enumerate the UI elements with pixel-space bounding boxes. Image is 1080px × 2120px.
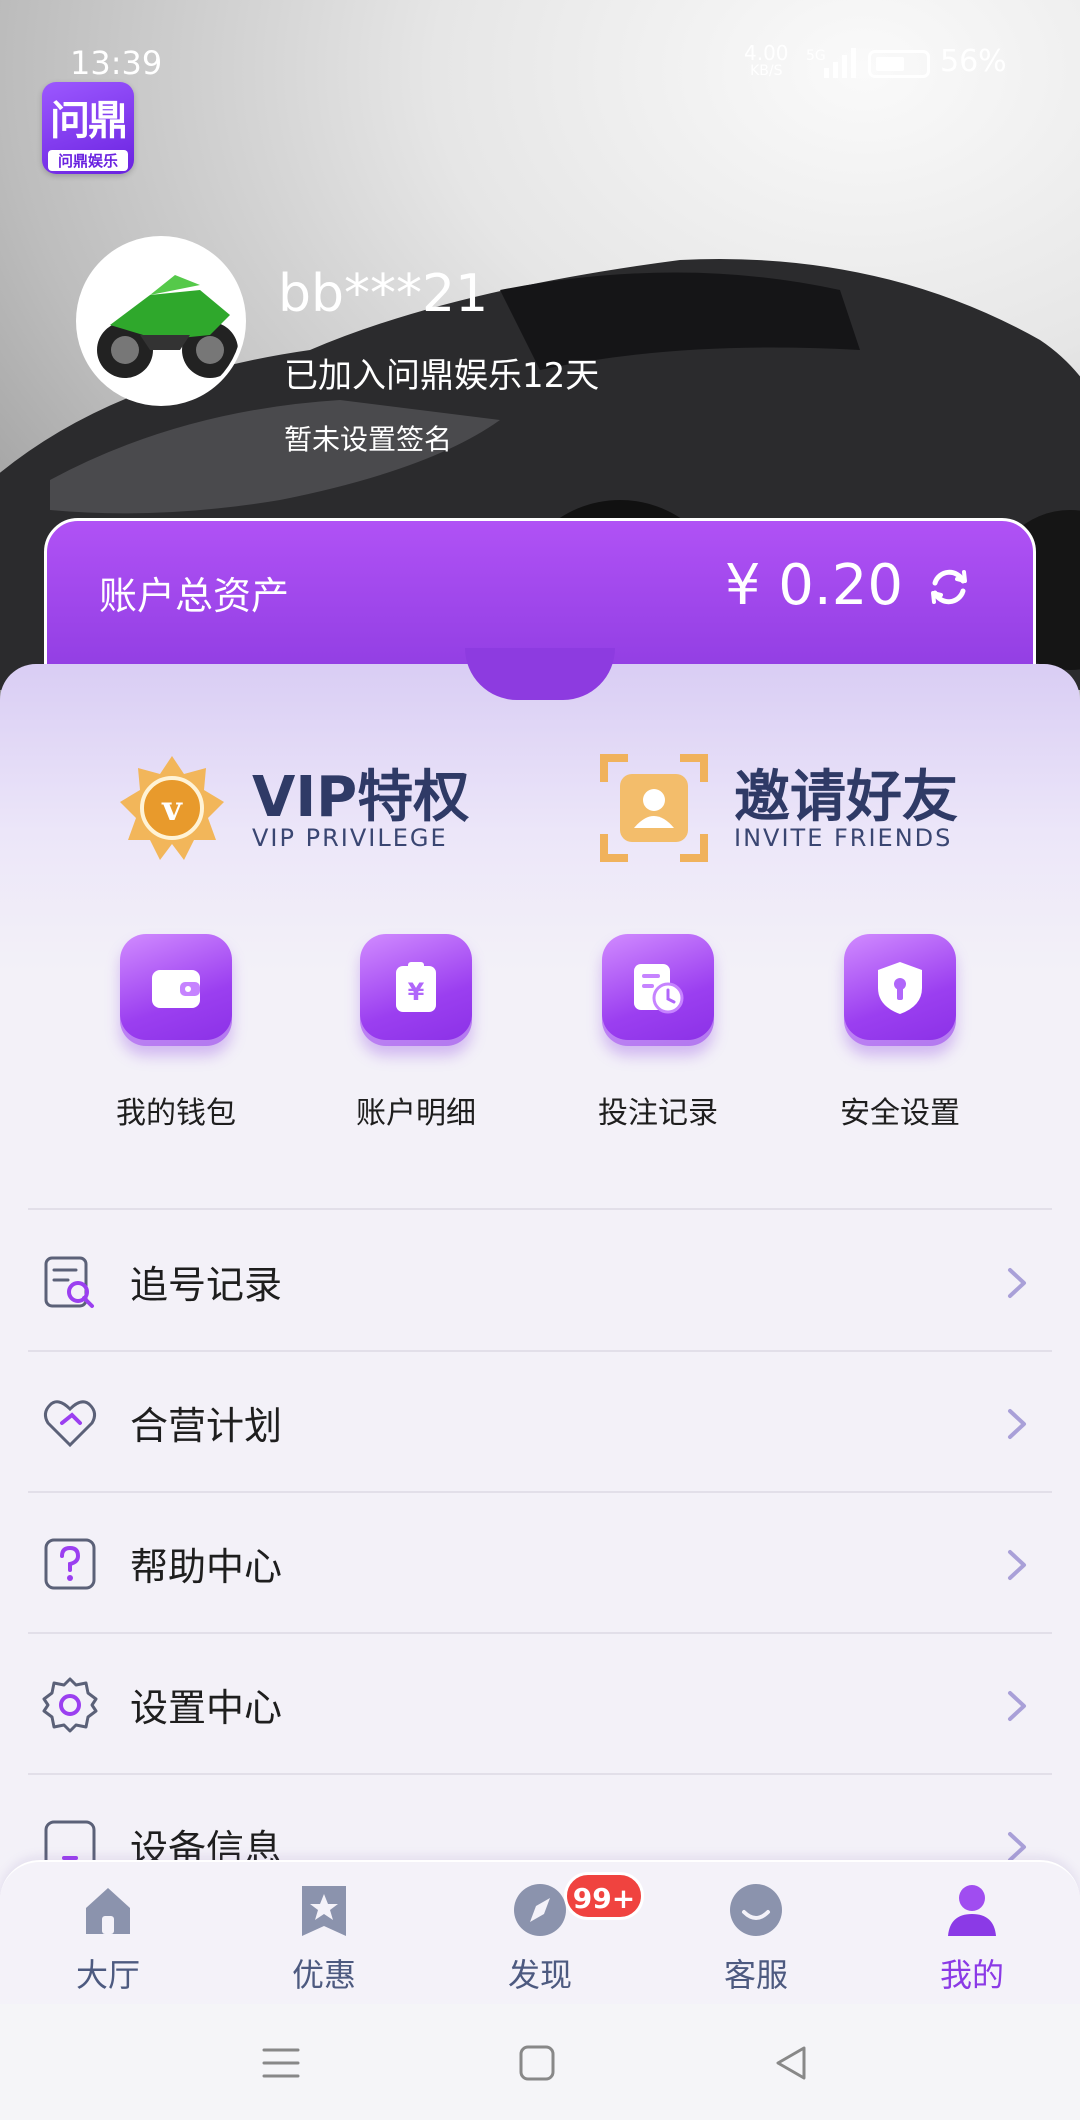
- status-time: 13:39: [70, 44, 163, 82]
- shield-icon: [844, 934, 956, 1046]
- compass-icon: [514, 1884, 566, 1936]
- divider: [28, 1632, 1052, 1634]
- battery-percent: 56%: [940, 44, 1007, 79]
- chevron-right-icon: [1008, 1832, 1026, 1862]
- user-icon: [948, 1885, 996, 1936]
- handshake-icon: [43, 1400, 97, 1448]
- vip-subtitle: VIP PRIVILEGE: [252, 824, 448, 852]
- chevron-right-icon: [1008, 1550, 1026, 1580]
- menu-item-settings-center[interactable]: 设置中心: [28, 1635, 1052, 1775]
- tab-customer-service[interactable]: 客服: [648, 1880, 864, 1996]
- status-bar: 13:39 4.00 KB/S 5G 56%: [0, 40, 1080, 90]
- chevron-right-icon: [1008, 1691, 1026, 1721]
- tab-lobby[interactable]: 大厅: [0, 1880, 216, 1996]
- home-icon: [86, 1888, 130, 1934]
- avatar[interactable]: [76, 236, 246, 406]
- menu-item-help-center[interactable]: 帮助中心: [28, 1494, 1052, 1634]
- record-clock-icon: [602, 934, 714, 1046]
- svg-text:v: v: [161, 789, 183, 829]
- menu-item-follow-record[interactable]: 追号记录: [28, 1212, 1052, 1352]
- refresh-icon[interactable]: [927, 565, 971, 609]
- star-bookmark-icon: [302, 1886, 346, 1936]
- vip-privilege-button[interactable]: v VIP特权 VIP PRIVILEGE: [116, 748, 496, 868]
- home-square-icon[interactable]: [518, 2044, 556, 2082]
- quick-action-account-detail[interactable]: ¥ 账户明细: [306, 934, 526, 1132]
- bill-icon: ¥: [360, 934, 472, 1046]
- bottom-tab-bar: 大厅 优惠 发现 客服 我的: [0, 1860, 1080, 2004]
- logo-main-text: 问鼎: [50, 98, 128, 144]
- question-icon: [44, 1538, 96, 1590]
- tab-promotions[interactable]: 优惠: [216, 1880, 432, 1996]
- quick-action-label: 投注记录: [598, 1096, 718, 1131]
- chevron-right-icon: [1008, 1409, 1026, 1439]
- tab-label: 优惠: [291, 1956, 356, 1994]
- search-doc-icon: [44, 1256, 94, 1308]
- asset-label: 账户总资产: [99, 574, 290, 618]
- net-speed-unit: KB/S: [750, 63, 783, 79]
- app-logo: 问鼎 问鼎娱乐: [42, 82, 134, 174]
- vip-badge-icon: v: [120, 756, 224, 860]
- menu-label: 设置中心: [130, 1686, 283, 1730]
- discover-badge: 99+: [564, 1872, 644, 1920]
- system-navigation-bar: [0, 2004, 1080, 2120]
- quick-action-bet-record[interactable]: 投注记录: [548, 934, 768, 1132]
- quick-action-label: 账户明细: [356, 1096, 476, 1131]
- tab-label: 大厅: [75, 1956, 140, 1994]
- svg-text:¥: ¥: [408, 978, 425, 1006]
- invite-subtitle: INVITE FRIENDS: [734, 824, 953, 852]
- tab-mine[interactable]: 我的: [864, 1880, 1080, 1996]
- menu-icon[interactable]: [262, 2044, 300, 2082]
- menu-label: 帮助中心: [130, 1545, 283, 1589]
- divider: [28, 1350, 1052, 1352]
- quick-action-wallet[interactable]: 我的钱包: [66, 934, 286, 1132]
- menu-label: 合营计划: [130, 1404, 283, 1448]
- network-speed: 4.00 KB/S: [744, 43, 789, 80]
- signature[interactable]: 暂未设置签名: [284, 418, 452, 458]
- username: bb***21: [278, 264, 489, 324]
- signal-icon: [824, 48, 856, 78]
- smile-icon: [730, 1884, 782, 1936]
- asset-value: ¥ 0.20: [724, 553, 903, 618]
- joined-days: 已加入问鼎娱乐12天: [284, 356, 600, 396]
- logo-sub-text: 问鼎娱乐: [48, 150, 128, 171]
- back-icon[interactable]: [772, 2044, 810, 2082]
- motorcycle-avatar-image: [80, 240, 242, 402]
- menu-label: 追号记录: [130, 1263, 283, 1307]
- divider: [28, 1491, 1052, 1493]
- invite-title: 邀请好友: [734, 765, 958, 830]
- quick-action-security[interactable]: 安全设置: [790, 934, 1010, 1132]
- divider: [28, 1208, 1052, 1210]
- tab-label: 客服: [723, 1956, 788, 1994]
- menu-item-partner-plan[interactable]: 合营计划: [28, 1353, 1052, 1493]
- battery-icon: [868, 50, 930, 78]
- quick-action-label: 安全设置: [840, 1096, 960, 1131]
- tab-label: 我的: [939, 1956, 1004, 1994]
- tab-label: 发现: [507, 1956, 572, 1994]
- invite-badge-icon: [600, 754, 708, 862]
- wallet-icon: [120, 934, 232, 1046]
- gear-icon: [42, 1677, 98, 1733]
- quick-action-label: 我的钱包: [116, 1096, 236, 1131]
- chevron-right-icon: [1008, 1268, 1026, 1298]
- vip-title: VIP特权: [252, 765, 470, 830]
- invite-friends-button[interactable]: 邀请好友 INVITE FRIENDS: [598, 748, 998, 868]
- divider: [28, 1773, 1052, 1775]
